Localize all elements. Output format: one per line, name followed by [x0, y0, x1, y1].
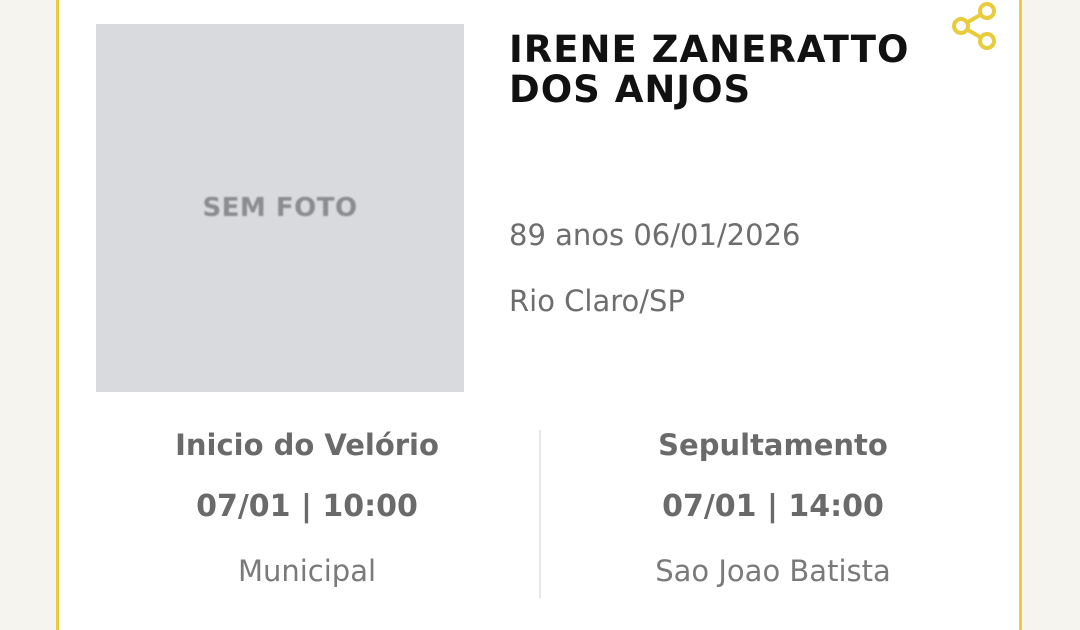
burial-place: Sao Joao Batista — [655, 554, 891, 588]
wake-info: Inicio do Velório 07/01 | 10:00 Municipa… — [97, 428, 517, 588]
obituary-card: SEM FOTO IRENE ZANERATTO DOS ANJOS 89 an… — [56, 0, 1022, 630]
deceased-name: IRENE ZANERATTO DOS ANJOS — [509, 28, 910, 111]
burial-datetime: 07/01 | 14:00 — [662, 489, 884, 524]
share-button[interactable] — [949, 0, 1003, 50]
photo-placeholder-label: SEM FOTO — [202, 193, 358, 223]
wake-place: Municipal — [237, 554, 377, 588]
burial-info: Sepultamento 07/01 | 14:00 Sao Joao Bati… — [563, 428, 983, 588]
burial-title: Sepultamento — [658, 428, 888, 462]
column-divider — [539, 430, 541, 598]
wake-datetime: 07/01 | 10:00 — [196, 489, 418, 524]
location: Rio Claro/SP — [509, 284, 685, 318]
photo-placeholder: SEM FOTO — [96, 24, 464, 392]
share-icon — [952, 2, 996, 50]
age-and-date: 89 anos 06/01/2026 — [509, 218, 801, 252]
wake-title: Inicio do Velório — [175, 428, 439, 462]
